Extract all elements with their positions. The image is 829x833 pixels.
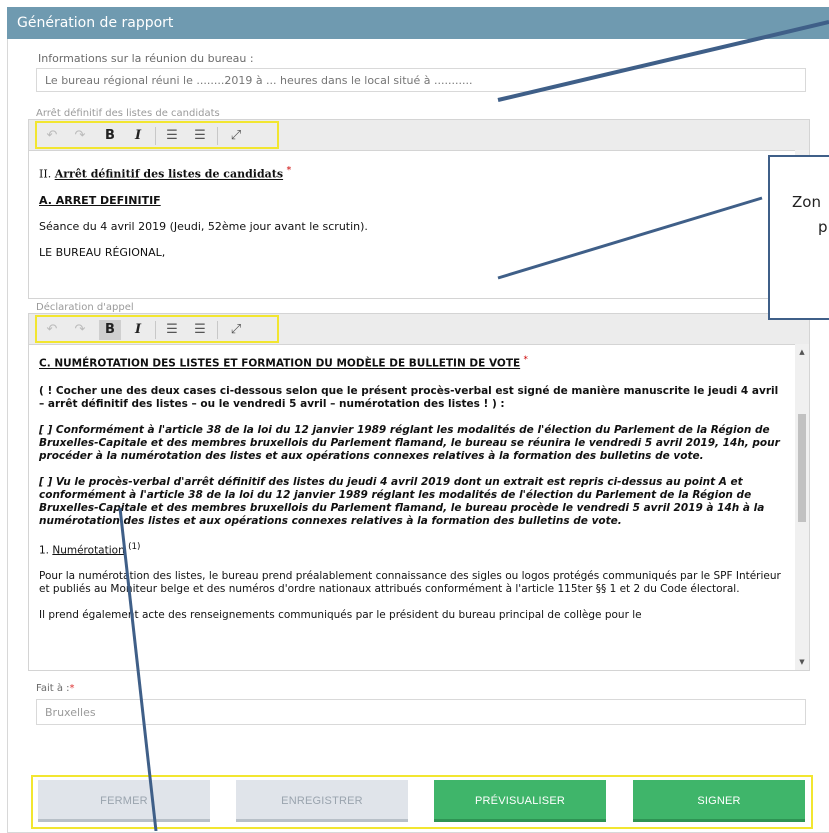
annotation-line-2 xyxy=(497,196,763,280)
annotation-line-3 xyxy=(118,507,158,831)
annotation-lines xyxy=(118,20,829,831)
annotation-line-1 xyxy=(497,20,829,102)
